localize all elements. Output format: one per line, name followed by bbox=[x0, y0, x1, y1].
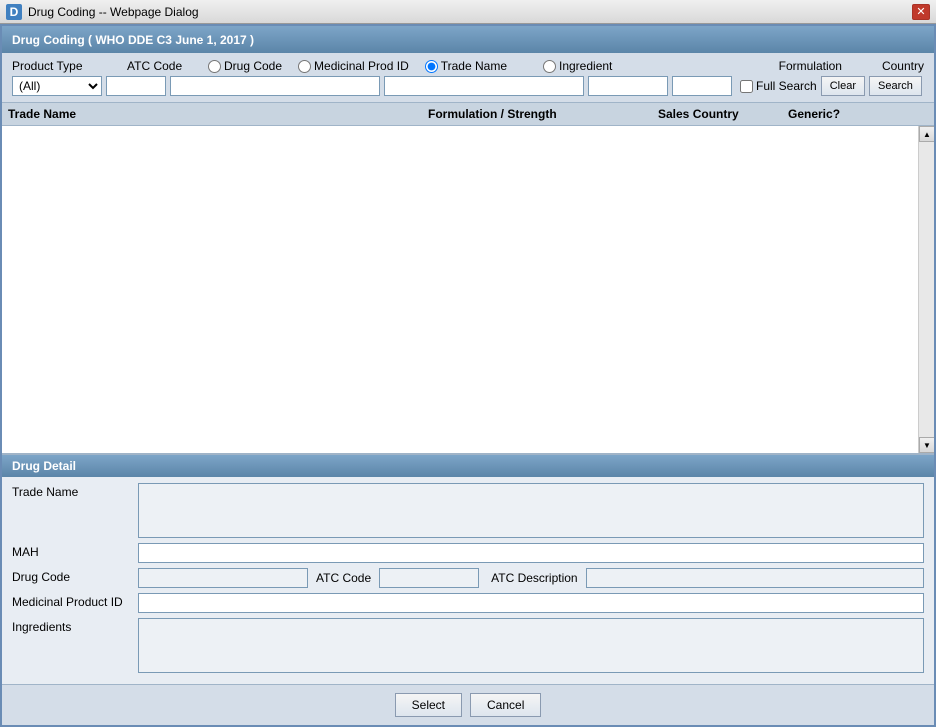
search-input-row: (All) Drug Biologic Vaccine Full Search … bbox=[12, 76, 924, 96]
col-trade-name: Trade Name bbox=[8, 107, 428, 121]
scrollbar-track: ▲ ▼ bbox=[918, 126, 934, 453]
country-label: Country bbox=[882, 59, 924, 73]
detail-med-prod-id-input[interactable] bbox=[138, 593, 924, 613]
product-type-label: Product Type bbox=[12, 59, 127, 73]
search-button[interactable]: Search bbox=[869, 76, 922, 96]
drug-detail-section: Drug Detail Trade Name MAH Drug Code ATC… bbox=[2, 454, 934, 684]
footer: Select Cancel bbox=[2, 684, 934, 725]
country-input[interactable] bbox=[672, 76, 732, 96]
drug-code-radio[interactable] bbox=[208, 60, 221, 73]
trade-name-radio-label[interactable]: Trade Name bbox=[425, 59, 507, 73]
results-area: Trade Name Formulation / Strength Sales … bbox=[2, 103, 934, 454]
detail-drug-code-input[interactable] bbox=[138, 568, 308, 588]
detail-trade-name-label: Trade Name bbox=[12, 483, 132, 499]
detail-ingredients-label: Ingredients bbox=[12, 618, 132, 634]
detail-atc-desc-label: ATC Description bbox=[491, 571, 577, 585]
cancel-button[interactable]: Cancel bbox=[470, 693, 541, 717]
detail-med-prod-id-row: Medicinal Product ID bbox=[12, 593, 924, 613]
detail-mah-label: MAH bbox=[12, 543, 132, 559]
med-prod-id-radio[interactable] bbox=[298, 60, 311, 73]
results-header: Trade Name Formulation / Strength Sales … bbox=[2, 103, 934, 126]
col-formulation: Formulation / Strength bbox=[428, 107, 658, 121]
drug-code-search-input[interactable] bbox=[170, 76, 380, 96]
detail-mah-row: MAH bbox=[12, 543, 924, 563]
col-generic: Generic? bbox=[788, 107, 868, 121]
detail-ingredients-input[interactable] bbox=[138, 618, 924, 673]
detail-atc-code-label: ATC Code bbox=[316, 571, 371, 585]
select-button[interactable]: Select bbox=[395, 693, 462, 717]
trade-name-radio[interactable] bbox=[425, 60, 438, 73]
detail-mah-input[interactable] bbox=[138, 543, 924, 563]
clear-button[interactable]: Clear bbox=[821, 76, 865, 96]
atc-code-label: ATC Code bbox=[127, 59, 202, 73]
scrollbar-up-button[interactable]: ▲ bbox=[919, 126, 934, 142]
col-sales-country: Sales Country bbox=[658, 107, 788, 121]
ingredient-radio-label[interactable]: Ingredient bbox=[543, 59, 612, 73]
formulation-label: Formulation bbox=[779, 59, 842, 73]
detail-atc-code-input[interactable] bbox=[379, 568, 479, 588]
detail-atc-desc-input[interactable] bbox=[586, 568, 924, 588]
ingredient-radio[interactable] bbox=[543, 60, 556, 73]
detail-body: Trade Name MAH Drug Code ATC Code ATC De… bbox=[2, 477, 934, 684]
results-body[interactable]: ▲ ▼ bbox=[2, 126, 934, 453]
drug-code-radio-label[interactable]: Drug Code bbox=[208, 59, 282, 73]
trade-name-input[interactable] bbox=[384, 76, 584, 96]
close-button[interactable]: ✕ bbox=[912, 4, 930, 20]
detail-drug-code-row: Drug Code ATC Code ATC Description bbox=[12, 568, 924, 588]
title-bar: D Drug Coding -- Webpage Dialog ✕ bbox=[0, 0, 936, 24]
detail-med-prod-id-label: Medicinal Product ID bbox=[12, 593, 132, 609]
detail-ingredients-row: Ingredients bbox=[12, 618, 924, 673]
search-area: Product Type ATC Code Drug Code Medicina… bbox=[2, 53, 934, 103]
formulation-input[interactable] bbox=[588, 76, 668, 96]
product-type-select[interactable]: (All) Drug Biologic Vaccine bbox=[12, 76, 102, 96]
atc-code-input[interactable] bbox=[106, 76, 166, 96]
detail-header: Drug Detail bbox=[2, 455, 934, 477]
detail-trade-name-row: Trade Name bbox=[12, 483, 924, 538]
dialog-container: Drug Coding ( WHO DDE C3 June 1, 2017 ) … bbox=[0, 24, 936, 727]
app-icon: D bbox=[6, 4, 22, 20]
full-search-checkbox[interactable] bbox=[740, 80, 753, 93]
med-prod-id-radio-label[interactable]: Medicinal Prod ID bbox=[298, 59, 409, 73]
scrollbar-down-button[interactable]: ▼ bbox=[919, 437, 934, 453]
title-bar-text: Drug Coding -- Webpage Dialog bbox=[28, 5, 199, 19]
search-label-row: Product Type ATC Code Drug Code Medicina… bbox=[12, 59, 924, 73]
detail-trade-name-input[interactable] bbox=[138, 483, 924, 538]
detail-drug-code-label: Drug Code bbox=[12, 568, 132, 584]
dialog-header: Drug Coding ( WHO DDE C3 June 1, 2017 ) bbox=[2, 26, 934, 53]
full-search-label[interactable]: Full Search bbox=[740, 79, 817, 93]
